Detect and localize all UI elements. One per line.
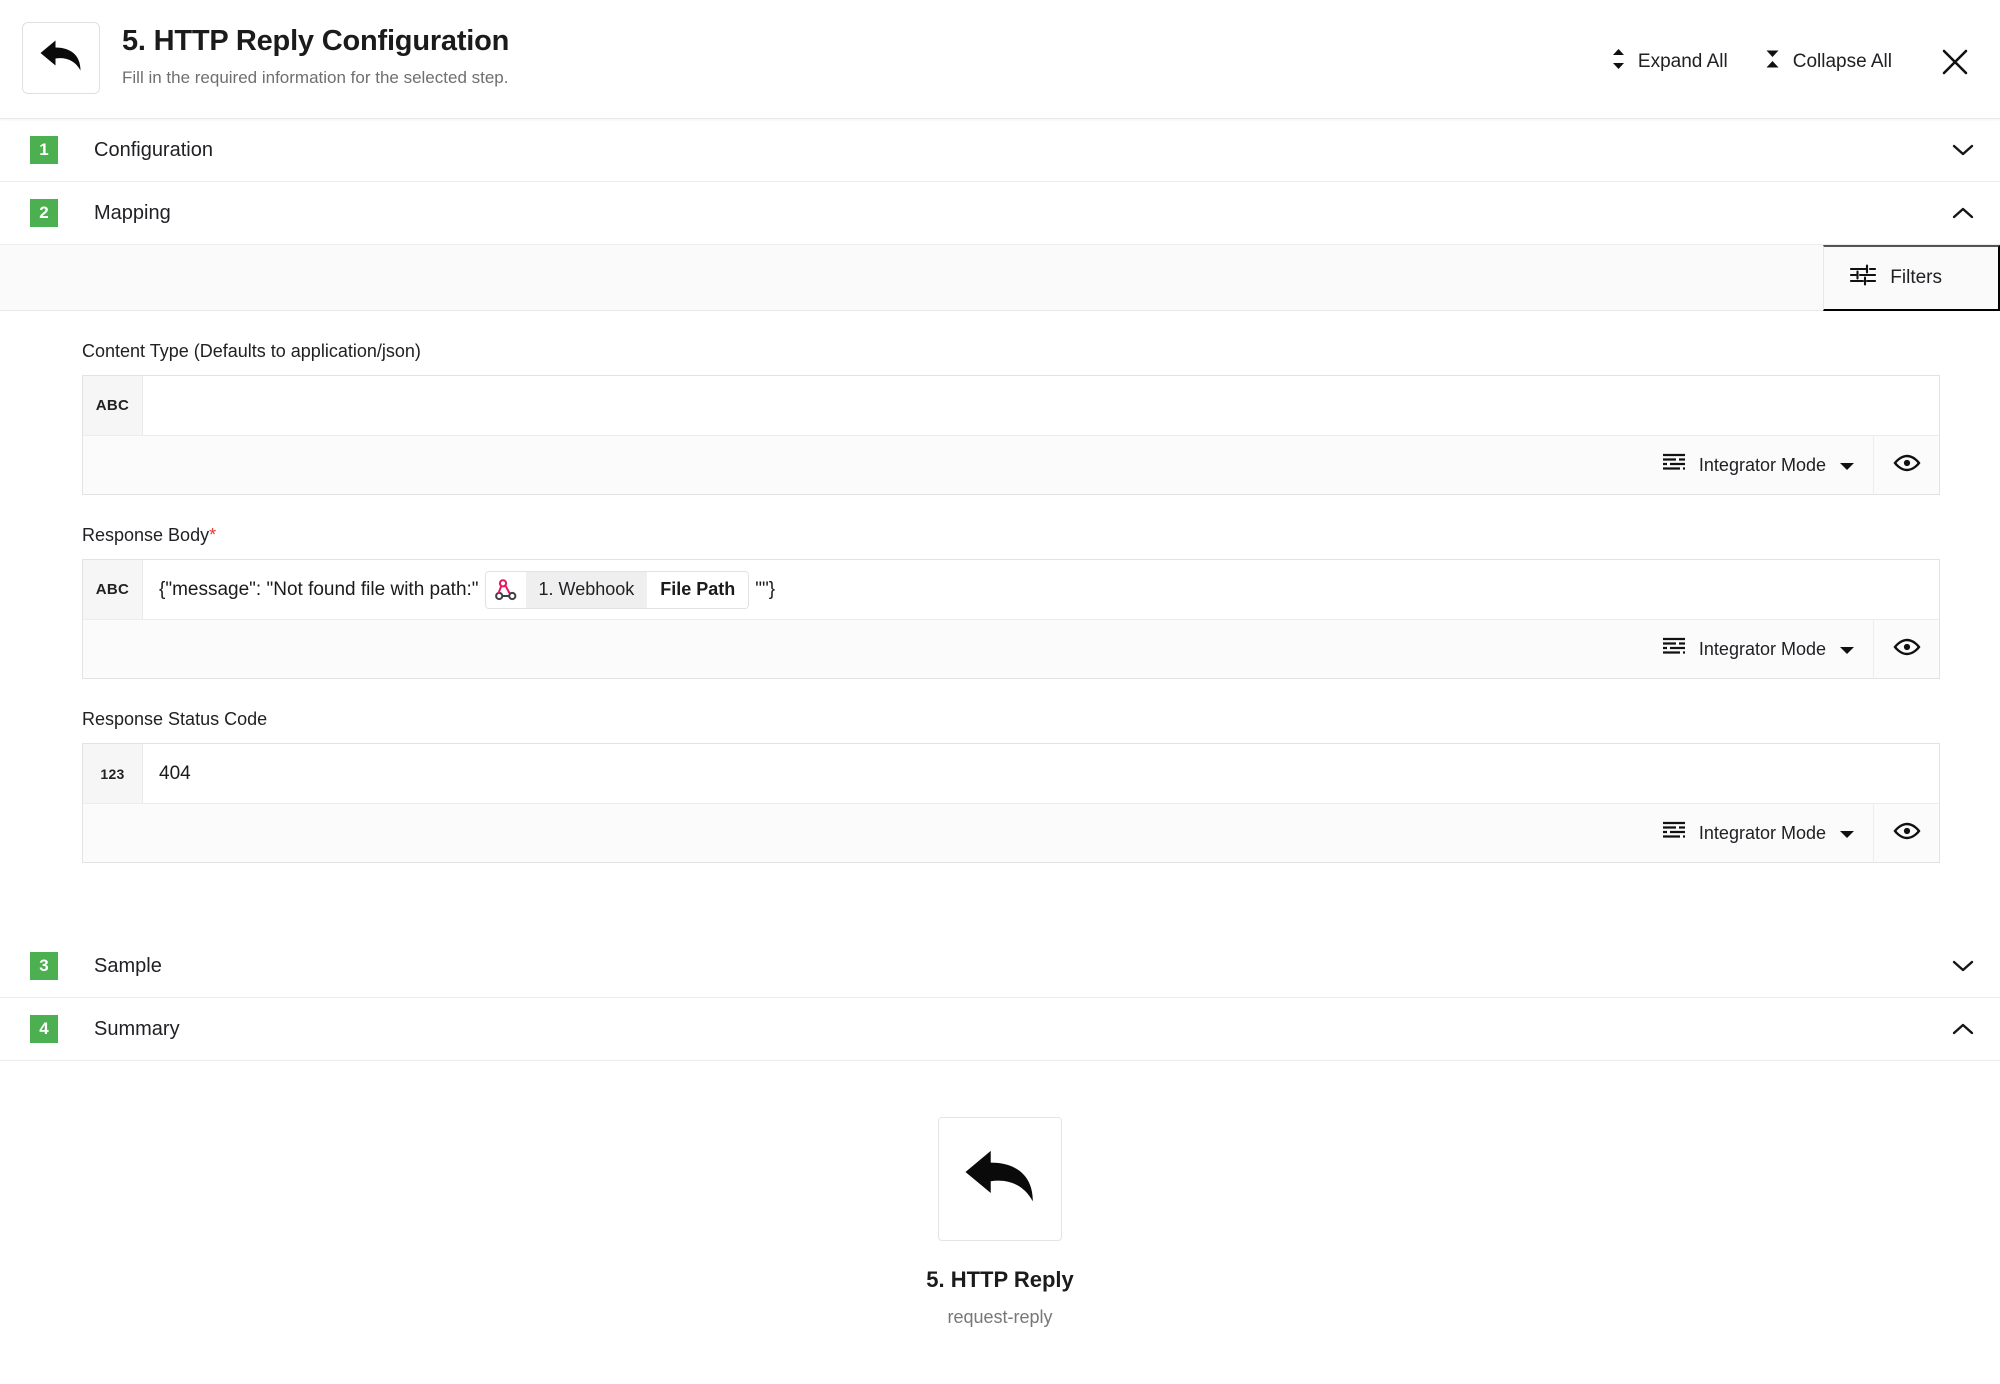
chevron-down-icon[interactable] xyxy=(1952,959,1974,973)
collapse-vertical-icon xyxy=(1764,48,1781,76)
response-body-text-prefix: {"message": "Not found file with path:" xyxy=(159,578,479,600)
chevron-down-icon[interactable] xyxy=(1952,143,1974,157)
page-subtitle: Fill in the required information for the… xyxy=(122,67,509,87)
integrator-mode-label: Integrator Mode xyxy=(1698,822,1826,843)
dialog-header: 5. HTTP Reply Configuration Fill in the … xyxy=(0,0,2000,119)
field-label: Content Type (Defaults to application/js… xyxy=(82,341,1940,362)
filters-label: Filters xyxy=(1890,266,1942,288)
integrator-mode-dropdown[interactable]: Integrator Mode xyxy=(1644,620,1873,679)
chevron-up-icon[interactable] xyxy=(1952,206,1974,220)
mapping-token-chip[interactable]: 1. Webhook File Path xyxy=(484,570,750,609)
field-label-text: Response Body xyxy=(82,525,210,545)
list-lines-icon xyxy=(1662,637,1686,662)
reply-arrow-icon xyxy=(962,1145,1038,1214)
field-content-type: Content Type (Defaults to application/js… xyxy=(82,341,1940,495)
preview-toggle-button[interactable] xyxy=(1873,435,1939,495)
field-box: ABC Integrator Mode xyxy=(82,375,1940,495)
chevron-up-icon[interactable] xyxy=(1952,1022,1974,1036)
section-title: Summary xyxy=(94,1017,180,1040)
list-lines-icon xyxy=(1662,453,1686,478)
field-type-badge: ABC xyxy=(83,376,143,435)
field-label-text: Response Status Code xyxy=(82,709,268,729)
eye-icon xyxy=(1893,453,1921,478)
caret-down-icon xyxy=(1839,455,1855,476)
field-toolbar: Integrator Mode xyxy=(83,803,1939,863)
preview-toggle-button[interactable] xyxy=(1873,803,1939,863)
expand-all-label: Expand All xyxy=(1637,51,1728,72)
section-title: Configuration xyxy=(94,138,213,161)
field-label-text: Content Type (Defaults to application/js… xyxy=(82,341,421,361)
eye-icon xyxy=(1893,821,1921,846)
section-title: Mapping xyxy=(94,201,171,224)
close-icon[interactable] xyxy=(1938,45,1972,79)
field-toolbar: Integrator Mode xyxy=(83,435,1939,495)
field-box: ABC {"message": "Not found file with pat… xyxy=(82,559,1940,679)
tune-sliders-icon xyxy=(1850,263,1877,292)
response-body-text-suffix: ""} xyxy=(755,578,776,600)
response-body-input[interactable]: {"message": "Not found file with path:" xyxy=(143,560,1939,619)
summary-step-name: 5. HTTP Reply xyxy=(926,1267,1074,1292)
section-header-mapping[interactable]: 2 Mapping xyxy=(0,182,2000,245)
field-response-status-code: Response Status Code 123 404 Integrator … xyxy=(82,709,1940,863)
integrator-mode-dropdown[interactable]: Integrator Mode xyxy=(1644,804,1873,863)
token-field-label: File Path xyxy=(647,571,749,608)
required-marker: * xyxy=(209,525,217,545)
mapping-fields: Content Type (Defaults to application/js… xyxy=(0,311,2000,935)
section-badge: 1 xyxy=(30,136,58,164)
eye-icon xyxy=(1893,637,1921,662)
content-type-input[interactable] xyxy=(143,376,1939,435)
field-box: 123 404 Integrator Mode xyxy=(82,743,1940,863)
section-header-sample[interactable]: 3 Sample xyxy=(0,935,2000,998)
header-actions: Expand All Collapse All xyxy=(1593,22,1976,82)
caret-down-icon xyxy=(1839,823,1855,844)
summary-step-type: request-reply xyxy=(947,1307,1053,1327)
page-title: 5. HTTP Reply Configuration xyxy=(122,25,510,57)
collapse-all-label: Collapse All xyxy=(1792,51,1892,72)
integrator-mode-label: Integrator Mode xyxy=(1698,638,1826,659)
field-type-badge: ABC xyxy=(83,560,143,619)
reply-arrow-icon xyxy=(39,37,83,80)
expand-vertical-icon xyxy=(1611,48,1626,76)
summary-step-icon-box xyxy=(938,1117,1062,1241)
field-toolbar: Integrator Mode xyxy=(83,619,1939,679)
field-label: Response Status Code xyxy=(82,709,1940,730)
field-input-row: 123 404 xyxy=(83,744,1939,803)
section-header-configuration[interactable]: 1 Configuration xyxy=(0,119,2000,182)
webhook-icon xyxy=(485,571,526,608)
header-step-icon-box xyxy=(22,22,100,94)
section-badge: 4 xyxy=(30,1015,58,1043)
field-input-row: ABC {"message": "Not found file with pat… xyxy=(83,560,1939,619)
list-lines-icon xyxy=(1662,821,1686,846)
field-response-body: Response Body* ABC {"message": "Not foun… xyxy=(82,525,1940,679)
section-badge: 2 xyxy=(30,199,58,227)
filters-button[interactable]: Filters xyxy=(1823,244,2000,311)
section-header-summary[interactable]: 4 Summary xyxy=(0,998,2000,1061)
integrator-mode-dropdown[interactable]: Integrator Mode xyxy=(1644,436,1873,495)
section-badge: 3 xyxy=(30,952,58,980)
token-source-label: 1. Webhook xyxy=(525,571,648,608)
mapping-toolbar: Filters xyxy=(0,244,2000,311)
collapse-all-button[interactable]: Collapse All xyxy=(1746,42,1910,82)
section-title: Sample xyxy=(94,954,162,977)
header-text-group: 5. HTTP Reply Configuration Fill in the … xyxy=(122,22,509,88)
caret-down-icon xyxy=(1839,639,1855,660)
integrator-mode-label: Integrator Mode xyxy=(1698,454,1826,475)
field-type-badge: 123 xyxy=(83,744,143,803)
response-status-code-input[interactable]: 404 xyxy=(143,744,1939,803)
summary-content: 5. HTTP Reply request-reply xyxy=(0,1061,2000,1328)
field-input-row: ABC xyxy=(83,376,1939,435)
field-label: Response Body* xyxy=(82,525,1940,546)
expand-all-button[interactable]: Expand All xyxy=(1593,42,1746,82)
preview-toggle-button[interactable] xyxy=(1873,619,1939,679)
